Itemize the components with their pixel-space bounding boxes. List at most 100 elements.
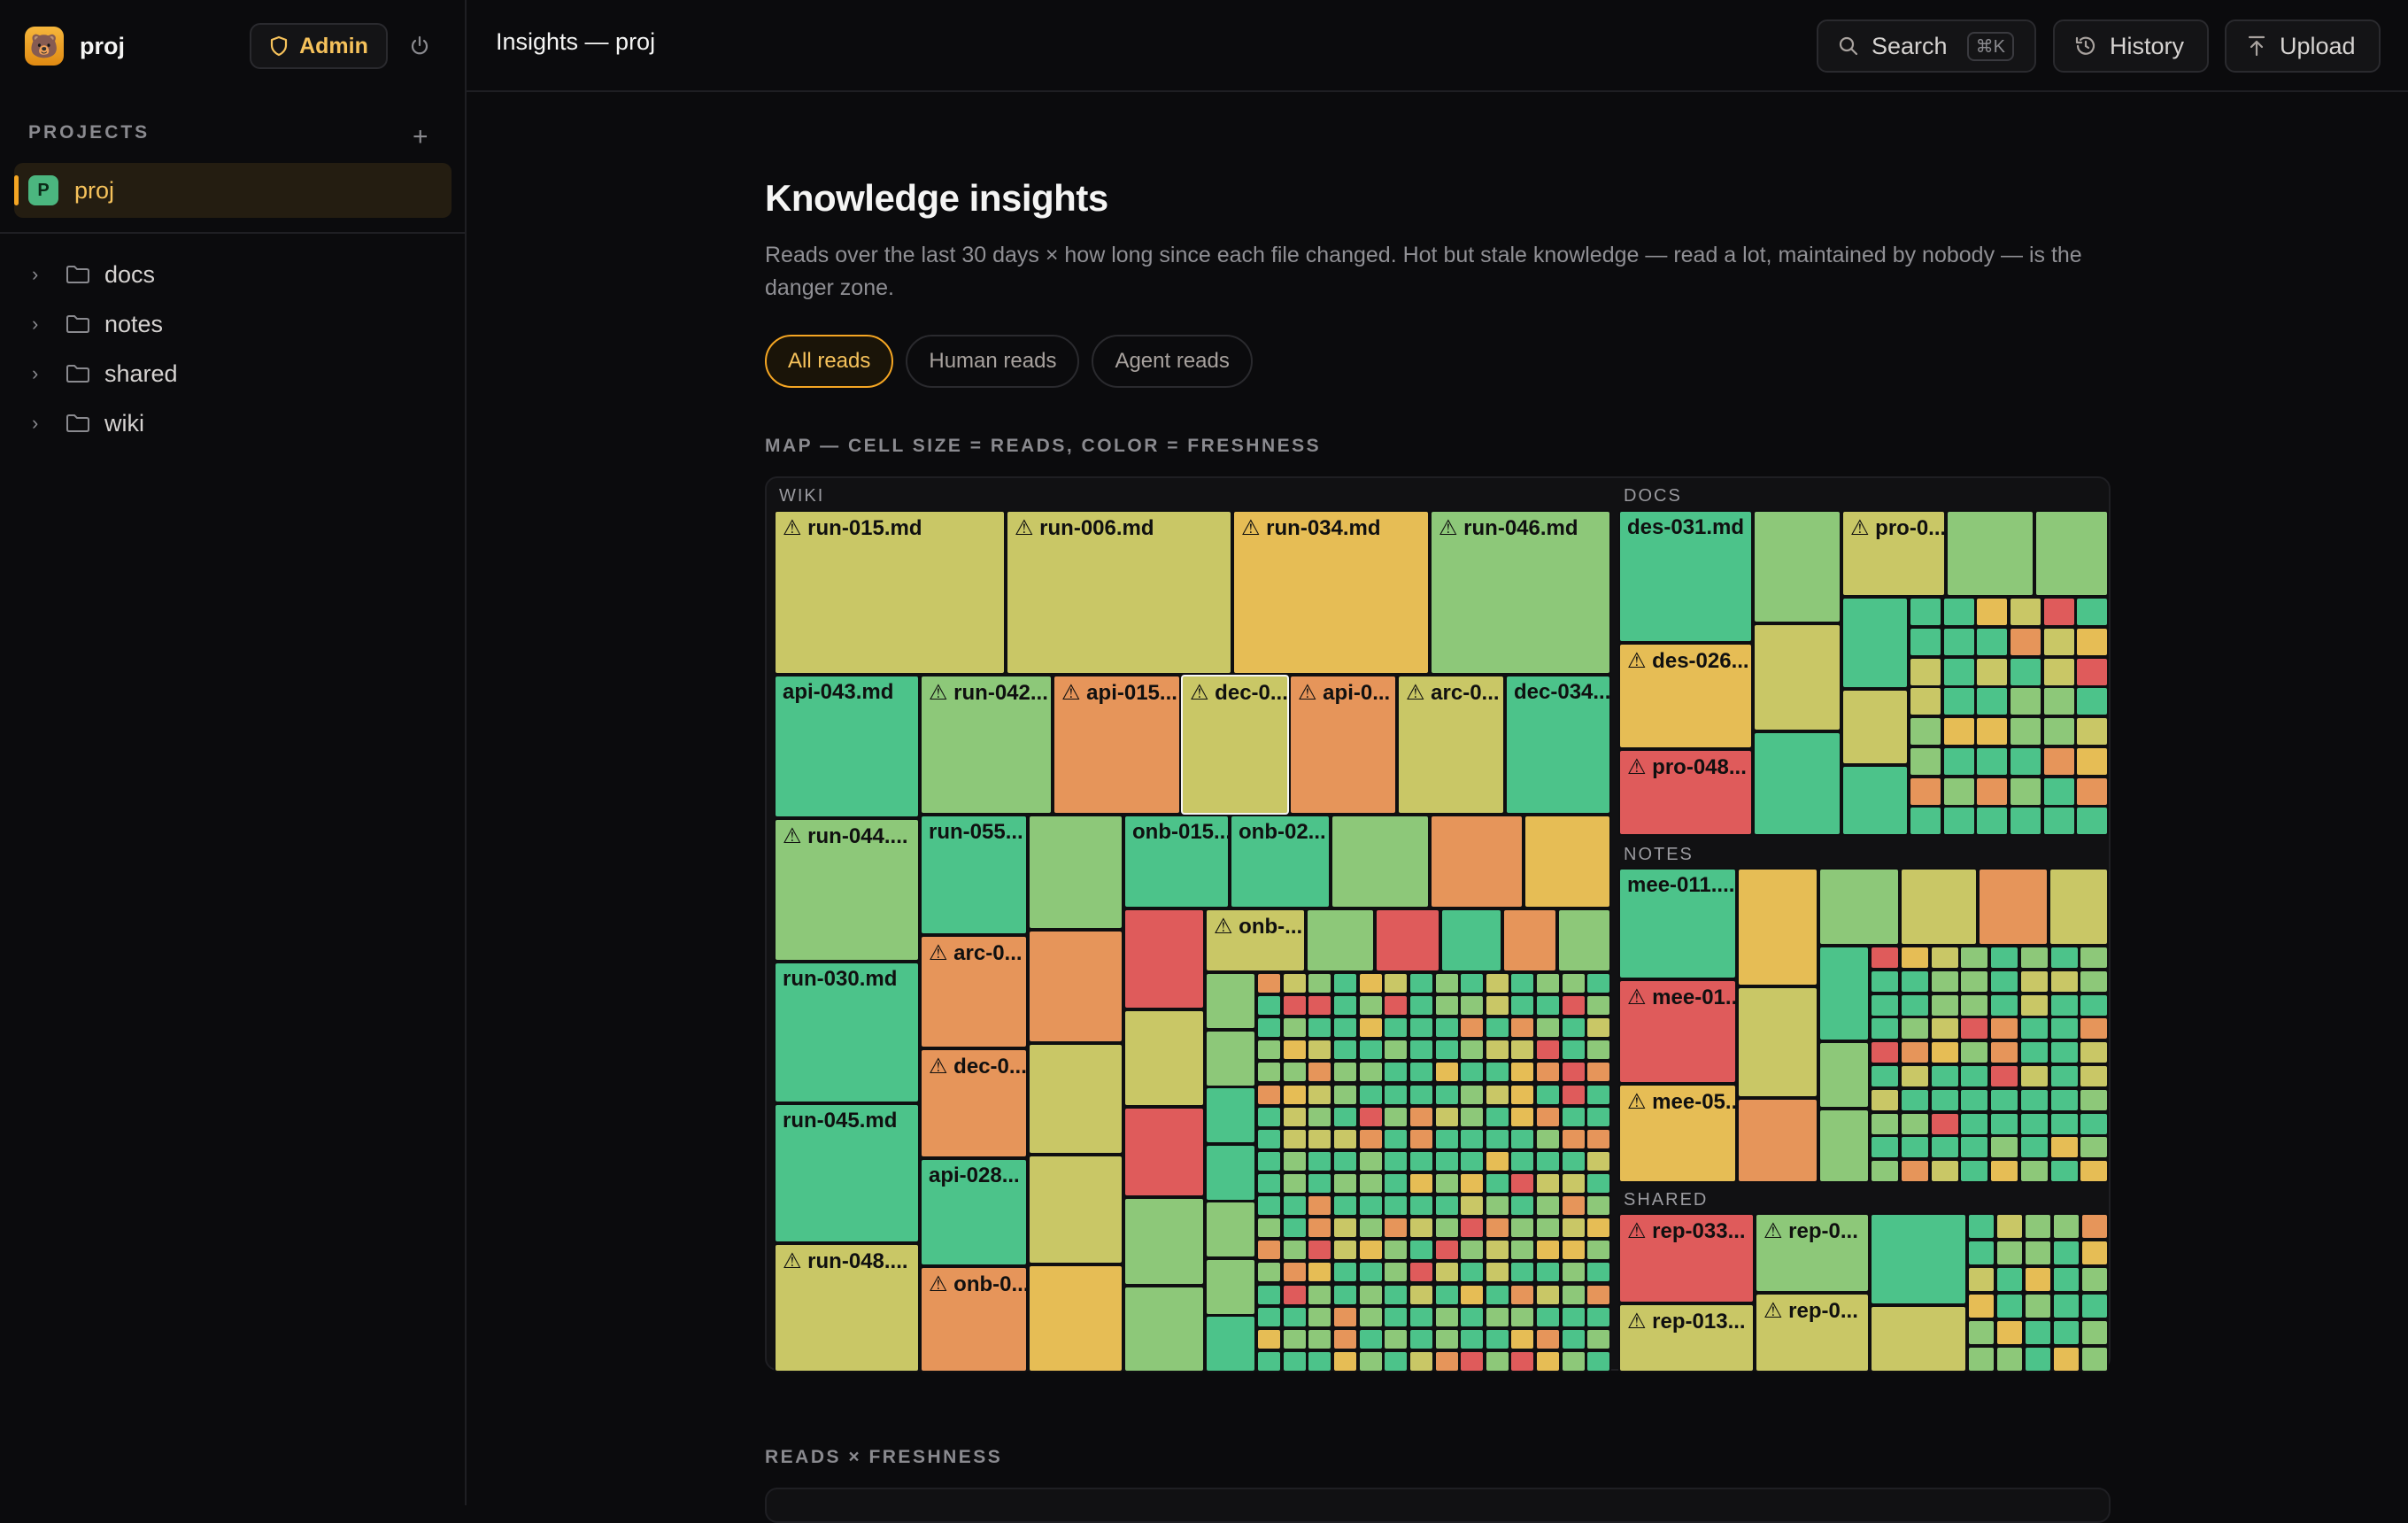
treemap-cell[interactable]	[1409, 1128, 1434, 1150]
treemap-cell[interactable]	[1989, 1088, 2019, 1112]
treemap-cell[interactable]	[1332, 1172, 1358, 1194]
treemap-cell[interactable]	[1409, 1106, 1434, 1128]
treemap-cell[interactable]	[1358, 1284, 1384, 1306]
treemap-cell-15[interactable]: ⚠ onb-...	[1205, 908, 1306, 972]
treemap-cell[interactable]	[2080, 1266, 2109, 1293]
treemap-cell[interactable]	[1282, 1306, 1308, 1328]
treemap-cell[interactable]	[1485, 1217, 1510, 1239]
treemap-cell[interactable]	[1942, 716, 1976, 746]
treemap-cell[interactable]	[1307, 1039, 1332, 1061]
treemap-cell[interactable]	[1586, 1239, 1611, 1261]
treemap-cell[interactable]	[1282, 1106, 1308, 1128]
treemap-cell[interactable]	[2079, 1040, 2109, 1064]
treemap-cell[interactable]	[2049, 1064, 2080, 1088]
treemap-cell[interactable]	[1485, 1306, 1510, 1328]
treemap-cell[interactable]	[1870, 1135, 1900, 1159]
tree-item-notes[interactable]: › notes	[32, 299, 178, 349]
treemap-cell[interactable]	[1383, 1350, 1409, 1372]
treemap-cell[interactable]	[1561, 1350, 1586, 1372]
treemap-cell[interactable]	[1509, 1284, 1535, 1306]
tree-item-shared[interactable]: › shared	[32, 349, 178, 398]
treemap-cell[interactable]	[1409, 1306, 1434, 1328]
treemap-cell[interactable]	[1900, 1135, 1930, 1159]
treemap-cell-32[interactable]: ⚠ rep-013...	[1618, 1303, 1755, 1372]
treemap-cell[interactable]	[1509, 972, 1535, 994]
treemap-cell-24[interactable]: ⚠ pro-0...	[1841, 510, 1946, 597]
treemap-cell[interactable]	[1485, 972, 1510, 994]
treemap-cell[interactable]	[1586, 1061, 1611, 1083]
treemap-cell[interactable]	[2075, 777, 2109, 807]
treemap-cell[interactable]	[1485, 1150, 1510, 1172]
treemap-cell[interactable]	[1409, 972, 1434, 994]
treemap-cell[interactable]	[1870, 993, 1900, 1017]
treemap-cell[interactable]	[1383, 1194, 1409, 1217]
treemap-cell-18[interactable]: ⚠ dec-0...	[920, 1048, 1028, 1158]
treemap-cell-31[interactable]: ⚠ rep-0...	[1755, 1213, 1870, 1293]
treemap-cell[interactable]	[1205, 1201, 1256, 1258]
treemap-cell[interactable]	[2024, 1293, 2052, 1319]
treemap-cell[interactable]	[1509, 1217, 1535, 1239]
treemap-cell[interactable]	[1383, 1017, 1409, 1039]
tree-item-wiki[interactable]: › wiki	[32, 398, 178, 448]
treemap-cell[interactable]	[1930, 1088, 1960, 1112]
treemap-cell[interactable]	[2024, 1213, 2052, 1240]
treemap-cell[interactable]	[1909, 746, 1942, 777]
treemap-cell[interactable]	[1332, 1261, 1358, 1283]
treemap-cell[interactable]	[1586, 1106, 1611, 1128]
treemap-cell[interactable]	[1358, 1350, 1384, 1372]
treemap-cell[interactable]	[1909, 806, 1942, 836]
search-button[interactable]: Search ⌘K	[1817, 19, 2036, 73]
treemap-cell[interactable]	[1332, 1084, 1358, 1106]
treemap-cell[interactable]	[2079, 1112, 2109, 1136]
treemap-cell[interactable]	[1358, 1261, 1384, 1283]
treemap-cell[interactable]	[1383, 1217, 1409, 1239]
treemap-cell[interactable]	[1332, 1106, 1358, 1128]
treemap-cell[interactable]	[1307, 1106, 1332, 1128]
treemap-cell[interactable]	[1358, 1306, 1384, 1328]
treemap-cell[interactable]	[1358, 1217, 1384, 1239]
treemap-cell[interactable]	[2009, 806, 2042, 836]
treemap-cell[interactable]	[1256, 1061, 1282, 1083]
treemap-cell[interactable]	[2079, 1088, 2109, 1112]
treemap-cell[interactable]	[1459, 1328, 1485, 1350]
treemap-cell[interactable]	[1561, 1239, 1586, 1261]
power-button[interactable]	[405, 30, 434, 62]
treemap-cell[interactable]	[1256, 994, 1282, 1017]
treemap-cell[interactable]	[1535, 1284, 1561, 1306]
treemap-cell[interactable]	[2009, 657, 2042, 687]
treemap-cell[interactable]	[1358, 1017, 1384, 1039]
treemap-cell[interactable]	[1383, 1284, 1409, 1306]
treemap-cell[interactable]	[1737, 1098, 1818, 1183]
treemap-cell[interactable]	[1383, 972, 1409, 994]
treemap-cell[interactable]	[1561, 1061, 1586, 1083]
treemap-cell[interactable]	[2009, 627, 2042, 657]
treemap-cell[interactable]	[1586, 1128, 1611, 1150]
treemap-cell[interactable]	[1282, 994, 1308, 1017]
treemap-cell[interactable]	[1485, 1106, 1510, 1128]
treemap-cell[interactable]	[1256, 1328, 1282, 1350]
treemap-cell[interactable]	[1975, 716, 2009, 746]
treemap-cell[interactable]	[1383, 1128, 1409, 1150]
treemap-cell[interactable]	[1930, 946, 1960, 970]
treemap-cell[interactable]	[1995, 1319, 2024, 1346]
treemap-cell[interactable]	[1282, 1150, 1308, 1172]
treemap-cell[interactable]	[1989, 970, 2019, 993]
treemap-cell[interactable]	[1967, 1240, 1995, 1266]
treemap-cell[interactable]	[1502, 908, 1557, 972]
treemap-cell[interactable]	[1509, 1017, 1535, 1039]
treemap-cell[interactable]	[1123, 908, 1205, 1009]
treemap-cell-21[interactable]: ⚠ run-048....	[774, 1243, 920, 1372]
treemap-cell[interactable]	[1332, 1217, 1358, 1239]
treemap-cell[interactable]	[1900, 1040, 1930, 1064]
treemap-cell[interactable]	[1930, 1135, 1960, 1159]
treemap-cell[interactable]	[1959, 970, 1989, 993]
treemap-cell[interactable]	[1358, 1239, 1384, 1261]
treemap-cell[interactable]	[1459, 1284, 1485, 1306]
treemap-cell[interactable]	[1586, 1017, 1611, 1039]
treemap-cell-25[interactable]: ⚠ des-026...	[1618, 643, 1753, 749]
treemap-cell[interactable]	[1256, 1350, 1282, 1372]
treemap-cell[interactable]	[1307, 1284, 1332, 1306]
treemap-cell[interactable]	[1485, 994, 1510, 1017]
treemap-cell[interactable]	[1586, 1261, 1611, 1283]
treemap-cell[interactable]	[2049, 1040, 2080, 1064]
